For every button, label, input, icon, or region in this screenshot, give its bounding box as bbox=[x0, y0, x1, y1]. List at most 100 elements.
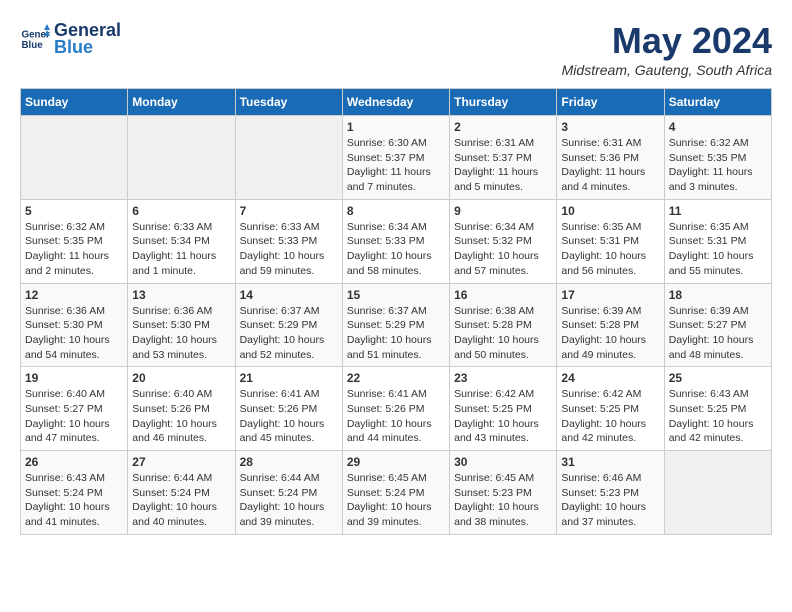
day-number: 8 bbox=[347, 204, 445, 218]
calendar-cell: 23Sunrise: 6:42 AM Sunset: 5:25 PM Dayli… bbox=[450, 367, 557, 451]
day-info: Sunrise: 6:41 AM Sunset: 5:26 PM Dayligh… bbox=[240, 387, 338, 446]
calendar-cell bbox=[235, 116, 342, 200]
day-of-week-header: Saturday bbox=[664, 89, 771, 116]
day-info: Sunrise: 6:45 AM Sunset: 5:24 PM Dayligh… bbox=[347, 471, 445, 530]
page-header: General Blue General Blue May 2024 Midst… bbox=[20, 20, 772, 78]
title-block: May 2024 Midstream, Gauteng, South Afric… bbox=[562, 20, 772, 78]
day-number: 17 bbox=[561, 288, 659, 302]
calendar-cell: 27 Sunrise: 6:44 AM Sunset: 5:24 PM Dayli… bbox=[128, 451, 235, 535]
calendar-cell bbox=[664, 451, 771, 535]
calendar-cell: 13 Sunrise: 6:36 AM Sunset: 5:30 PM Dayli… bbox=[128, 283, 235, 367]
day-info: Sunrise: 6:33 AM Sunset: 5:34 PM Dayligh… bbox=[132, 220, 230, 279]
location: Midstream, Gauteng, South Africa bbox=[562, 62, 772, 78]
day-number: 5 bbox=[25, 204, 123, 218]
day-of-week-header: Monday bbox=[128, 89, 235, 116]
day-info: Sunrise: 6:35 AM Sunset: 5:31 PM Dayligh… bbox=[669, 220, 767, 279]
day-of-week-header: Thursday bbox=[450, 89, 557, 116]
calendar-cell: 9Sunrise: 6:34 AM Sunset: 5:32 PM Daylig… bbox=[450, 199, 557, 283]
day-info: Sunrise: 6:30 AM Sunset: 5:37 PM Dayligh… bbox=[347, 136, 445, 195]
day-info: Sunrise: 6:45 AM Sunset: 5:23 PM Dayligh… bbox=[454, 471, 552, 530]
calendar-cell: 11Sunrise: 6:35 AM Sunset: 5:31 PM Dayli… bbox=[664, 199, 771, 283]
day-of-week-header: Sunday bbox=[21, 89, 128, 116]
day-info: Sunrise: 6:31 AM Sunset: 5:36 PM Dayligh… bbox=[561, 136, 659, 195]
day-number: 19 bbox=[25, 371, 123, 385]
day-info: Sunrise: 6:46 AM Sunset: 5:23 PM Dayligh… bbox=[561, 471, 659, 530]
day-info: Sunrise: 6:44 AM Sunset: 5:24 PM Dayligh… bbox=[132, 471, 230, 530]
day-number: 3 bbox=[561, 120, 659, 134]
calendar-cell: 26 Sunrise: 6:43 AM Sunset: 5:24 PM Dayli… bbox=[21, 451, 128, 535]
logo-icon: General Blue bbox=[20, 24, 50, 54]
day-info: Sunrise: 6:37 AM Sunset: 5:29 PM Dayligh… bbox=[347, 304, 445, 363]
calendar-cell bbox=[21, 116, 128, 200]
day-info: Sunrise: 6:31 AM Sunset: 5:37 PM Dayligh… bbox=[454, 136, 552, 195]
day-info: Sunrise: 6:36 AM Sunset: 5:30 PM Dayligh… bbox=[132, 304, 230, 363]
day-of-week-header: Tuesday bbox=[235, 89, 342, 116]
calendar-cell: 10Sunrise: 6:35 AM Sunset: 5:31 PM Dayli… bbox=[557, 199, 664, 283]
day-info: Sunrise: 6:40 AM Sunset: 5:27 PM Dayligh… bbox=[25, 387, 123, 446]
day-info: Sunrise: 6:32 AM Sunset: 5:35 PM Dayligh… bbox=[25, 220, 123, 279]
calendar-cell: 28Sunrise: 6:44 AM Sunset: 5:24 PM Dayli… bbox=[235, 451, 342, 535]
day-number: 15 bbox=[347, 288, 445, 302]
day-info: Sunrise: 6:43 AM Sunset: 5:25 PM Dayligh… bbox=[669, 387, 767, 446]
calendar-week-row: 26 Sunrise: 6:43 AM Sunset: 5:24 PM Dayli… bbox=[21, 451, 772, 535]
day-info: Sunrise: 6:44 AM Sunset: 5:24 PM Dayligh… bbox=[240, 471, 338, 530]
day-number: 31 bbox=[561, 455, 659, 469]
day-info: Sunrise: 6:38 AM Sunset: 5:28 PM Dayligh… bbox=[454, 304, 552, 363]
calendar-cell: 7 Sunrise: 6:33 AM Sunset: 5:33 PM Daylig… bbox=[235, 199, 342, 283]
day-number: 27 bbox=[132, 455, 230, 469]
day-info: Sunrise: 6:32 AM Sunset: 5:35 PM Dayligh… bbox=[669, 136, 767, 195]
calendar-week-row: 1 Sunrise: 6:30 AM Sunset: 5:37 PM Daylig… bbox=[21, 116, 772, 200]
calendar-cell: 2Sunrise: 6:31 AM Sunset: 5:37 PM Daylig… bbox=[450, 116, 557, 200]
calendar-cell: 15 Sunrise: 6:37 AM Sunset: 5:29 PM Dayli… bbox=[342, 283, 449, 367]
calendar-cell bbox=[128, 116, 235, 200]
calendar-cell: 25 Sunrise: 6:43 AM Sunset: 5:25 PM Dayli… bbox=[664, 367, 771, 451]
day-number: 14 bbox=[240, 288, 338, 302]
day-info: Sunrise: 6:42 AM Sunset: 5:25 PM Dayligh… bbox=[454, 387, 552, 446]
day-info: Sunrise: 6:41 AM Sunset: 5:26 PM Dayligh… bbox=[347, 387, 445, 446]
calendar-cell: 17 Sunrise: 6:39 AM Sunset: 5:28 PM Dayli… bbox=[557, 283, 664, 367]
day-number: 4 bbox=[669, 120, 767, 134]
day-info: Sunrise: 6:40 AM Sunset: 5:26 PM Dayligh… bbox=[132, 387, 230, 446]
day-number: 24 bbox=[561, 371, 659, 385]
day-info: Sunrise: 6:39 AM Sunset: 5:27 PM Dayligh… bbox=[669, 304, 767, 363]
day-number: 25 bbox=[669, 371, 767, 385]
calendar-header-row: SundayMondayTuesdayWednesdayThursdayFrid… bbox=[21, 89, 772, 116]
day-number: 13 bbox=[132, 288, 230, 302]
logo: General Blue General Blue bbox=[20, 20, 121, 58]
day-number: 9 bbox=[454, 204, 552, 218]
day-info: Sunrise: 6:43 AM Sunset: 5:24 PM Dayligh… bbox=[25, 471, 123, 530]
calendar-cell: 12Sunrise: 6:36 AM Sunset: 5:30 PM Dayli… bbox=[21, 283, 128, 367]
calendar-cell: 1 Sunrise: 6:30 AM Sunset: 5:37 PM Daylig… bbox=[342, 116, 449, 200]
day-of-week-header: Friday bbox=[557, 89, 664, 116]
calendar-cell: 18Sunrise: 6:39 AM Sunset: 5:27 PM Dayli… bbox=[664, 283, 771, 367]
calendar-cell: 20 Sunrise: 6:40 AM Sunset: 5:26 PM Dayli… bbox=[128, 367, 235, 451]
calendar-week-row: 19 Sunrise: 6:40 AM Sunset: 5:27 PM Dayli… bbox=[21, 367, 772, 451]
calendar-cell: 22 Sunrise: 6:41 AM Sunset: 5:26 PM Dayli… bbox=[342, 367, 449, 451]
calendar-cell: 29 Sunrise: 6:45 AM Sunset: 5:24 PM Dayli… bbox=[342, 451, 449, 535]
svg-text:Blue: Blue bbox=[22, 40, 44, 51]
day-number: 26 bbox=[25, 455, 123, 469]
day-number: 29 bbox=[347, 455, 445, 469]
day-number: 20 bbox=[132, 371, 230, 385]
month-title: May 2024 bbox=[562, 20, 772, 62]
calendar-week-row: 12Sunrise: 6:36 AM Sunset: 5:30 PM Dayli… bbox=[21, 283, 772, 367]
calendar-table: SundayMondayTuesdayWednesdayThursdayFrid… bbox=[20, 88, 772, 535]
calendar-cell: 6 Sunrise: 6:33 AM Sunset: 5:34 PM Daylig… bbox=[128, 199, 235, 283]
day-info: Sunrise: 6:33 AM Sunset: 5:33 PM Dayligh… bbox=[240, 220, 338, 279]
day-number: 7 bbox=[240, 204, 338, 218]
day-number: 16 bbox=[454, 288, 552, 302]
day-info: Sunrise: 6:39 AM Sunset: 5:28 PM Dayligh… bbox=[561, 304, 659, 363]
day-info: Sunrise: 6:42 AM Sunset: 5:25 PM Dayligh… bbox=[561, 387, 659, 446]
day-info: Sunrise: 6:37 AM Sunset: 5:29 PM Dayligh… bbox=[240, 304, 338, 363]
calendar-cell: 3 Sunrise: 6:31 AM Sunset: 5:36 PM Daylig… bbox=[557, 116, 664, 200]
day-info: Sunrise: 6:35 AM Sunset: 5:31 PM Dayligh… bbox=[561, 220, 659, 279]
day-number: 6 bbox=[132, 204, 230, 218]
day-number: 30 bbox=[454, 455, 552, 469]
day-info: Sunrise: 6:36 AM Sunset: 5:30 PM Dayligh… bbox=[25, 304, 123, 363]
calendar-cell: 14 Sunrise: 6:37 AM Sunset: 5:29 PM Dayli… bbox=[235, 283, 342, 367]
calendar-cell: 31 Sunrise: 6:46 AM Sunset: 5:23 PM Dayli… bbox=[557, 451, 664, 535]
day-number: 22 bbox=[347, 371, 445, 385]
calendar-cell: 8Sunrise: 6:34 AM Sunset: 5:33 PM Daylig… bbox=[342, 199, 449, 283]
day-number: 1 bbox=[347, 120, 445, 134]
calendar-cell: 16 Sunrise: 6:38 AM Sunset: 5:28 PM Dayli… bbox=[450, 283, 557, 367]
